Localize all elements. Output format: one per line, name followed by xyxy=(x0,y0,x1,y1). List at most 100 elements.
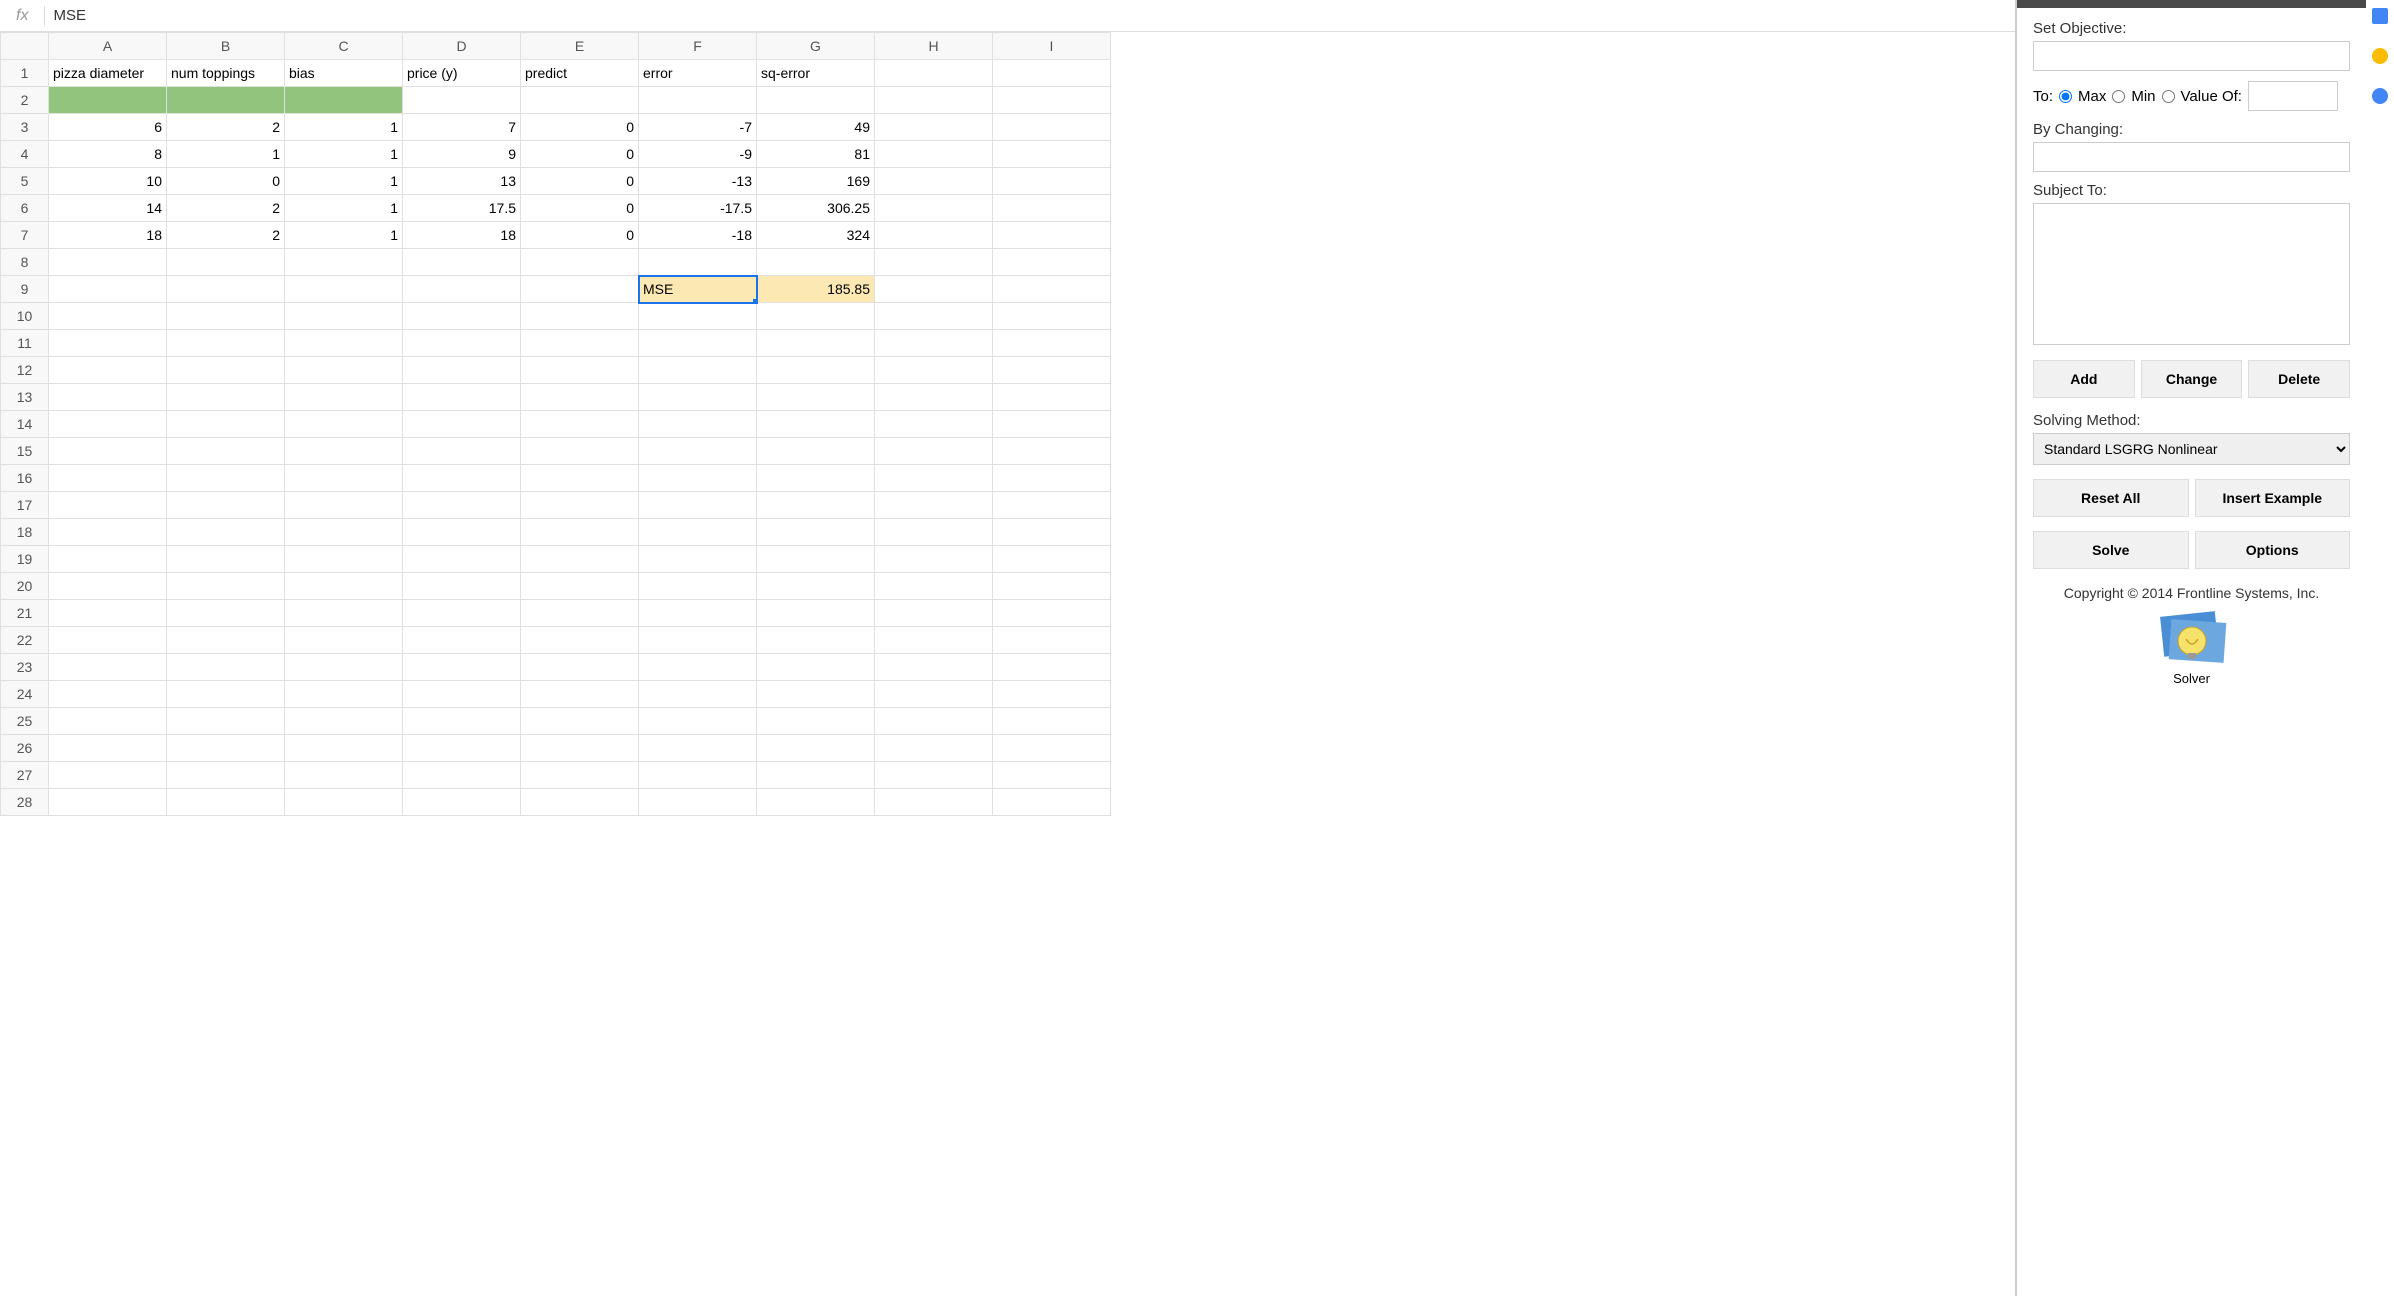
row-header-23[interactable]: 23 xyxy=(1,654,49,681)
cell-C24[interactable] xyxy=(285,681,403,708)
cell-G6[interactable]: 306.25 xyxy=(757,195,875,222)
cell-I3[interactable] xyxy=(993,114,1111,141)
by-changing-input[interactable] xyxy=(2033,142,2350,172)
row-header-14[interactable]: 14 xyxy=(1,411,49,438)
cell-E26[interactable] xyxy=(521,735,639,762)
cell-G11[interactable] xyxy=(757,330,875,357)
cell-A2[interactable] xyxy=(49,87,167,114)
cell-G26[interactable] xyxy=(757,735,875,762)
cell-B7[interactable]: 2 xyxy=(167,222,285,249)
cell-E6[interactable]: 0 xyxy=(521,195,639,222)
cell-D14[interactable] xyxy=(403,411,521,438)
cell-F4[interactable]: -9 xyxy=(639,141,757,168)
cell-D9[interactable] xyxy=(403,276,521,303)
cell-F24[interactable] xyxy=(639,681,757,708)
cell-D6[interactable]: 17.5 xyxy=(403,195,521,222)
cell-E18[interactable] xyxy=(521,519,639,546)
cell-D7[interactable]: 18 xyxy=(403,222,521,249)
row-header-27[interactable]: 27 xyxy=(1,762,49,789)
cell-D10[interactable] xyxy=(403,303,521,330)
cell-B5[interactable]: 0 xyxy=(167,168,285,195)
row-header-2[interactable]: 2 xyxy=(1,87,49,114)
cell-I24[interactable] xyxy=(993,681,1111,708)
cell-B11[interactable] xyxy=(167,330,285,357)
cell-C10[interactable] xyxy=(285,303,403,330)
cell-E4[interactable]: 0 xyxy=(521,141,639,168)
cell-A6[interactable]: 14 xyxy=(49,195,167,222)
cell-A27[interactable] xyxy=(49,762,167,789)
cell-G13[interactable] xyxy=(757,384,875,411)
cell-E17[interactable] xyxy=(521,492,639,519)
cell-F2[interactable] xyxy=(639,87,757,114)
cell-B20[interactable] xyxy=(167,573,285,600)
cell-I6[interactable] xyxy=(993,195,1111,222)
cell-G15[interactable] xyxy=(757,438,875,465)
cell-G7[interactable]: 324 xyxy=(757,222,875,249)
cell-I25[interactable] xyxy=(993,708,1111,735)
cell-G8[interactable] xyxy=(757,249,875,276)
cell-I9[interactable] xyxy=(993,276,1111,303)
cell-G2[interactable] xyxy=(757,87,875,114)
row-header-25[interactable]: 25 xyxy=(1,708,49,735)
cell-F15[interactable] xyxy=(639,438,757,465)
cell-E11[interactable] xyxy=(521,330,639,357)
calendar-icon[interactable] xyxy=(2372,8,2388,24)
cell-I21[interactable] xyxy=(993,600,1111,627)
cell-I28[interactable] xyxy=(993,789,1111,816)
row-header-1[interactable]: 1 xyxy=(1,60,49,87)
cell-F26[interactable] xyxy=(639,735,757,762)
cell-C17[interactable] xyxy=(285,492,403,519)
cell-H7[interactable] xyxy=(875,222,993,249)
cell-G24[interactable] xyxy=(757,681,875,708)
cell-C21[interactable] xyxy=(285,600,403,627)
cell-C16[interactable] xyxy=(285,465,403,492)
cell-C15[interactable] xyxy=(285,438,403,465)
solving-method-select[interactable]: Standard LSGRG Nonlinear xyxy=(2033,433,2350,465)
cell-C3[interactable]: 1 xyxy=(285,114,403,141)
cell-G21[interactable] xyxy=(757,600,875,627)
row-header-17[interactable]: 17 xyxy=(1,492,49,519)
col-header-A[interactable]: A xyxy=(49,33,167,60)
row-header-15[interactable]: 15 xyxy=(1,438,49,465)
cell-D4[interactable]: 9 xyxy=(403,141,521,168)
reset-all-button[interactable]: Reset All xyxy=(2033,479,2189,517)
cell-F13[interactable] xyxy=(639,384,757,411)
cell-F3[interactable]: -7 xyxy=(639,114,757,141)
cell-H17[interactable] xyxy=(875,492,993,519)
col-header-I[interactable]: I xyxy=(993,33,1111,60)
cell-E12[interactable] xyxy=(521,357,639,384)
cell-B22[interactable] xyxy=(167,627,285,654)
cell-E21[interactable] xyxy=(521,600,639,627)
cell-C27[interactable] xyxy=(285,762,403,789)
radio-value-of[interactable] xyxy=(2162,90,2175,103)
cell-F17[interactable] xyxy=(639,492,757,519)
cell-I20[interactable] xyxy=(993,573,1111,600)
cell-B12[interactable] xyxy=(167,357,285,384)
cell-H21[interactable] xyxy=(875,600,993,627)
cell-F27[interactable] xyxy=(639,762,757,789)
cell-E14[interactable] xyxy=(521,411,639,438)
cell-G25[interactable] xyxy=(757,708,875,735)
cell-D11[interactable] xyxy=(403,330,521,357)
cell-C26[interactable] xyxy=(285,735,403,762)
cell-H12[interactable] xyxy=(875,357,993,384)
cell-H27[interactable] xyxy=(875,762,993,789)
cell-A19[interactable] xyxy=(49,546,167,573)
cell-E20[interactable] xyxy=(521,573,639,600)
row-header-11[interactable]: 11 xyxy=(1,330,49,357)
cell-E24[interactable] xyxy=(521,681,639,708)
cell-D8[interactable] xyxy=(403,249,521,276)
cell-B26[interactable] xyxy=(167,735,285,762)
cell-C23[interactable] xyxy=(285,654,403,681)
cell-G5[interactable]: 169 xyxy=(757,168,875,195)
cell-F5[interactable]: -13 xyxy=(639,168,757,195)
cell-E28[interactable] xyxy=(521,789,639,816)
cell-G19[interactable] xyxy=(757,546,875,573)
cell-A5[interactable]: 10 xyxy=(49,168,167,195)
cell-B14[interactable] xyxy=(167,411,285,438)
cell-H22[interactable] xyxy=(875,627,993,654)
cell-C25[interactable] xyxy=(285,708,403,735)
row-header-4[interactable]: 4 xyxy=(1,141,49,168)
cell-H3[interactable] xyxy=(875,114,993,141)
row-header-21[interactable]: 21 xyxy=(1,600,49,627)
